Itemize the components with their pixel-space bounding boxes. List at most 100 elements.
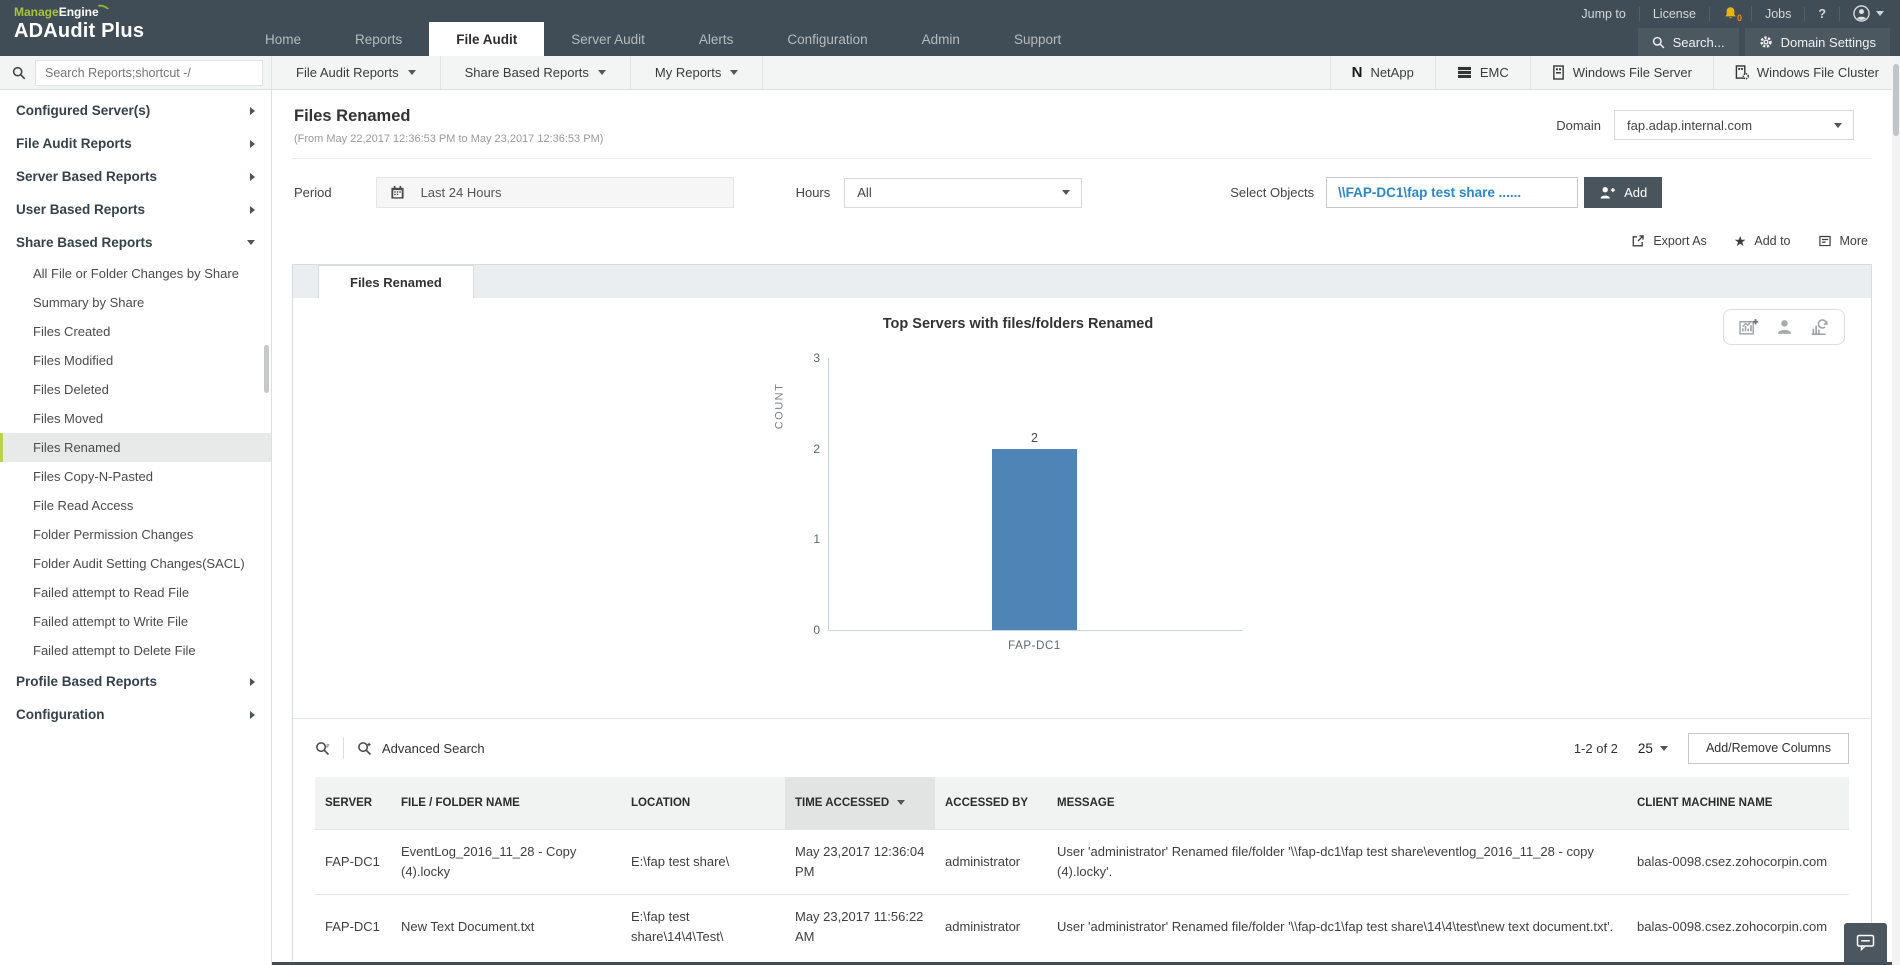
sidebar-item-files-modified[interactable]: Files Modified <box>0 346 271 375</box>
period-field[interactable]: Last 24 Hours <box>376 177 734 208</box>
nav-configuration[interactable]: Configuration <box>760 22 894 56</box>
menu-share-based-reports[interactable]: Share Based Reports <box>441 56 631 89</box>
add-button[interactable]: Add <box>1584 177 1662 208</box>
platform-netapp[interactable]: NNetApp <box>1330 56 1435 89</box>
sidebar-section-configured-servers[interactable]: Configured Server(s) <box>0 94 271 127</box>
refresh-chart-icon[interactable] <box>1810 318 1829 336</box>
table-row: FAP-DC1 EventLog_2016_11_28 - Copy (4).l… <box>315 829 1849 894</box>
export-as-button[interactable]: Export As <box>1631 234 1707 248</box>
col-header-time-accessed[interactable]: TIME ACCESSED <box>785 777 935 829</box>
nav-reports[interactable]: Reports <box>328 22 429 56</box>
sidebar-item-files-renamed[interactable]: Files Renamed <box>0 433 271 462</box>
advanced-search-button[interactable]: Advanced Search <box>357 741 485 756</box>
x-tick-label: FAP-DC1 <box>992 640 1077 652</box>
main-nav: Home Reports File Audit Server Audit Ale… <box>238 22 1088 56</box>
sidebar-item-failed-attempt-read[interactable]: Failed attempt to Read File <box>0 578 271 607</box>
jobs-link[interactable]: Jobs <box>1752 7 1805 21</box>
add-remove-columns-button[interactable]: Add/Remove Columns <box>1688 733 1849 764</box>
notification-bell-icon[interactable]: 0 <box>1710 6 1752 21</box>
tab-files-renamed[interactable]: Files Renamed <box>318 265 474 298</box>
sort-desc-icon <box>897 800 905 805</box>
col-header-file-folder-name[interactable]: FILE / FOLDER NAME <box>391 777 621 829</box>
divider <box>343 737 344 759</box>
platform-windows-file-server[interactable]: Windows File Server <box>1530 56 1713 89</box>
menu-file-audit-reports[interactable]: File Audit Reports <box>272 56 441 89</box>
report-search-input[interactable] <box>35 60 263 86</box>
cell-message: User 'administrator' Renamed file/folder… <box>1047 829 1627 894</box>
table-search-icon[interactable] <box>315 741 330 756</box>
user-avatar[interactable] <box>1840 5 1890 22</box>
chevron-down-icon <box>408 70 416 75</box>
search-icon <box>1652 36 1665 49</box>
select-objects-field[interactable]: \\FAP-DC1\fap test share ...... <box>1326 177 1578 208</box>
col-header-client-machine-name[interactable]: CLIENT MACHINE NAME <box>1627 777 1849 829</box>
sidebar-item-files-deleted[interactable]: Files Deleted <box>0 375 271 404</box>
sidebar-section-configuration[interactable]: Configuration <box>0 698 271 731</box>
sidebar-item-folder-audit-setting-changes[interactable]: Folder Audit Setting Changes(SACL) <box>0 549 271 578</box>
feedback-chat-button[interactable] <box>1844 923 1887 962</box>
chevron-down-icon <box>730 70 738 75</box>
license-link[interactable]: License <box>1640 7 1710 21</box>
sidebar-item-failed-attempt-delete[interactable]: Failed attempt to Delete File <box>0 636 271 665</box>
menu-my-reports[interactable]: My Reports <box>631 56 763 89</box>
star-icon <box>1734 234 1747 248</box>
bar-fap-dc1[interactable] <box>992 449 1077 630</box>
hours-label: Hours <box>796 185 831 200</box>
nav-server-audit[interactable]: Server Audit <box>544 22 672 56</box>
sidebar-section-user-based-reports[interactable]: User Based Reports <box>0 193 271 226</box>
secondary-toolbar: File Audit Reports Share Based Reports M… <box>0 56 1900 90</box>
table-row: FAP-DC1 New Text Document.txt E:\fap tes… <box>315 894 1849 959</box>
col-header-location[interactable]: LOCATION <box>621 777 785 829</box>
emc-icon <box>1457 66 1472 79</box>
nav-home[interactable]: Home <box>238 22 328 56</box>
jump-to-link[interactable]: Jump to <box>1568 7 1639 21</box>
pagination-range: 1-2 of 2 <box>1574 741 1618 756</box>
nav-alerts[interactable]: Alerts <box>672 22 761 56</box>
platform-emc[interactable]: EMC <box>1435 56 1530 89</box>
add-to-button[interactable]: Add to <box>1734 234 1791 248</box>
nav-file-audit[interactable]: File Audit <box>429 22 544 56</box>
advanced-search-icon <box>357 741 372 756</box>
more-button[interactable]: More <box>1818 234 1868 248</box>
user-chart-icon[interactable] <box>1776 318 1793 336</box>
sidebar-item-failed-attempt-write[interactable]: Failed attempt to Write File <box>0 607 271 636</box>
more-icon <box>1818 234 1832 248</box>
col-header-server[interactable]: SERVER <box>315 777 391 829</box>
cell-time-accessed: May 23,2017 11:56:22 AM <box>785 894 935 959</box>
global-search-button[interactable]: Search... <box>1638 28 1739 56</box>
col-header-message[interactable]: MESSAGE <box>1047 777 1627 829</box>
tab-strip: Files Renamed <box>293 265 1871 298</box>
sidebar-item-folder-permission-changes[interactable]: Folder Permission Changes <box>0 520 271 549</box>
col-header-accessed-by[interactable]: ACCESSED BY <box>935 777 1047 829</box>
sidebar-item-all-file-or-folder-changes[interactable]: All File or Folder Changes by Share <box>0 259 271 288</box>
sidebar-item-files-copy-n-pasted[interactable]: Files Copy-N-Pasted <box>0 462 271 491</box>
main-content: Files Renamed (From May 22,2017 12:36:53… <box>272 90 1892 965</box>
nav-admin[interactable]: Admin <box>895 22 987 56</box>
domain-settings-button[interactable]: Domain Settings <box>1745 28 1890 56</box>
bar-value-label: 2 <box>1031 431 1038 445</box>
sidebar-section-profile-based-reports[interactable]: Profile Based Reports <box>0 665 271 698</box>
help-button[interactable]: ? <box>1805 7 1840 21</box>
report-panel: Files Renamed Top Servers with files/fol… <box>292 264 1872 961</box>
manageengine-logo[interactable]: ManageEngine ADAudit Plus <box>0 0 238 56</box>
page-scrollbar[interactable] <box>1892 56 1900 965</box>
sidebar-section-share-based-reports[interactable]: Share Based Reports <box>0 226 271 259</box>
hours-select[interactable]: All <box>844 178 1082 208</box>
page-size-select[interactable]: 25 <box>1638 741 1668 756</box>
sidebar-section-server-based-reports[interactable]: Server Based Reports <box>0 160 271 193</box>
cell-client-machine: balas-0098.csez.zohocorpin.com <box>1627 829 1849 894</box>
scrollbar-thumb[interactable] <box>1893 64 1899 136</box>
y-tick: 3 <box>813 351 820 365</box>
chevron-right-icon <box>250 107 255 115</box>
add-chart-icon[interactable] <box>1739 318 1759 336</box>
sidebar-item-files-created[interactable]: Files Created <box>0 317 271 346</box>
domain-select[interactable]: fap.adap.internal.com <box>1614 110 1854 140</box>
nav-support[interactable]: Support <box>987 22 1088 56</box>
chevron-right-icon <box>250 140 255 148</box>
sidebar-scrollbar[interactable] <box>264 345 269 393</box>
platform-windows-file-cluster[interactable]: Windows File Cluster <box>1713 56 1900 89</box>
sidebar-section-file-audit-reports[interactable]: File Audit Reports <box>0 127 271 160</box>
sidebar-item-summary-by-share[interactable]: Summary by Share <box>0 288 271 317</box>
sidebar-item-files-moved[interactable]: Files Moved <box>0 404 271 433</box>
sidebar-item-file-read-access[interactable]: File Read Access <box>0 491 271 520</box>
